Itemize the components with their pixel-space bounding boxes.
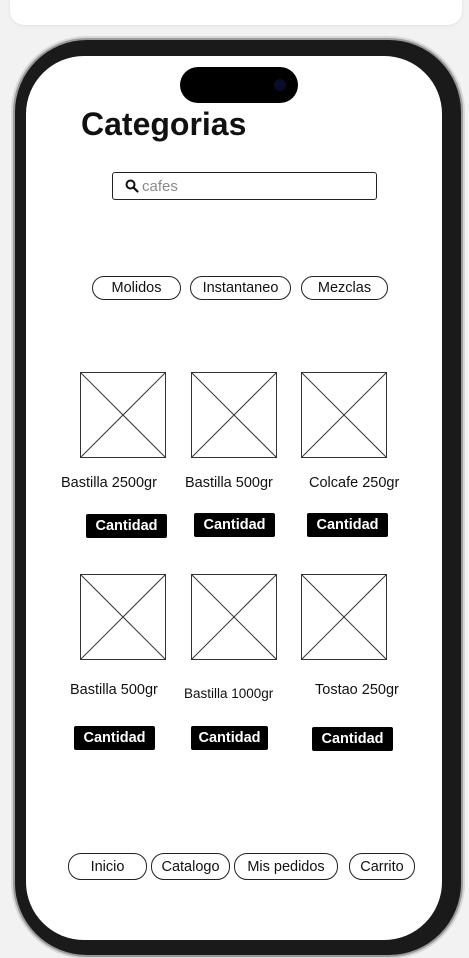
product-image-placeholder[interactable]: [191, 574, 277, 660]
dynamic-island: [180, 67, 298, 103]
product-name: Bastilla 500gr: [185, 475, 273, 491]
nav-catalogo-button[interactable]: Catalogo: [151, 853, 230, 880]
product-image-placeholder[interactable]: [191, 372, 277, 458]
search-bar[interactable]: [112, 172, 377, 200]
nav-mis-pedidos-button[interactable]: Mis pedidos: [234, 853, 338, 880]
quantity-button[interactable]: Cantidad: [86, 514, 167, 538]
quantity-button[interactable]: Cantidad: [307, 513, 388, 537]
category-instantaneo-button[interactable]: Instantaneo: [190, 276, 291, 300]
product-name: Bastilla 1000gr: [184, 686, 274, 701]
product-image-placeholder[interactable]: [301, 372, 387, 458]
product-name: Bastilla 2500gr: [61, 475, 157, 491]
quantity-button[interactable]: Cantidad: [74, 726, 155, 750]
product-image-placeholder[interactable]: [301, 574, 387, 660]
search-input[interactable]: [142, 177, 362, 195]
product-name: Bastilla 500gr: [70, 682, 158, 698]
nav-inicio-button[interactable]: Inicio: [68, 853, 147, 880]
top-card: [10, 0, 462, 25]
page-title: Categorias: [81, 106, 247, 142]
product-image-placeholder[interactable]: [80, 574, 166, 660]
nav-carrito-button[interactable]: Carrito: [349, 853, 415, 880]
category-molidos-button[interactable]: Molidos: [92, 276, 181, 300]
quantity-button[interactable]: Cantidad: [312, 727, 393, 751]
product-name: Tostao 250gr: [315, 682, 399, 698]
quantity-button[interactable]: Cantidad: [194, 513, 275, 537]
product-image-placeholder[interactable]: [80, 372, 166, 458]
quantity-button[interactable]: Cantidad: [191, 726, 268, 750]
power-button: [461, 304, 465, 404]
camera-icon: [274, 79, 286, 91]
search-icon: [125, 179, 139, 193]
category-mezclas-button[interactable]: Mezclas: [301, 276, 388, 300]
product-name: Colcafe 250gr: [309, 475, 400, 491]
